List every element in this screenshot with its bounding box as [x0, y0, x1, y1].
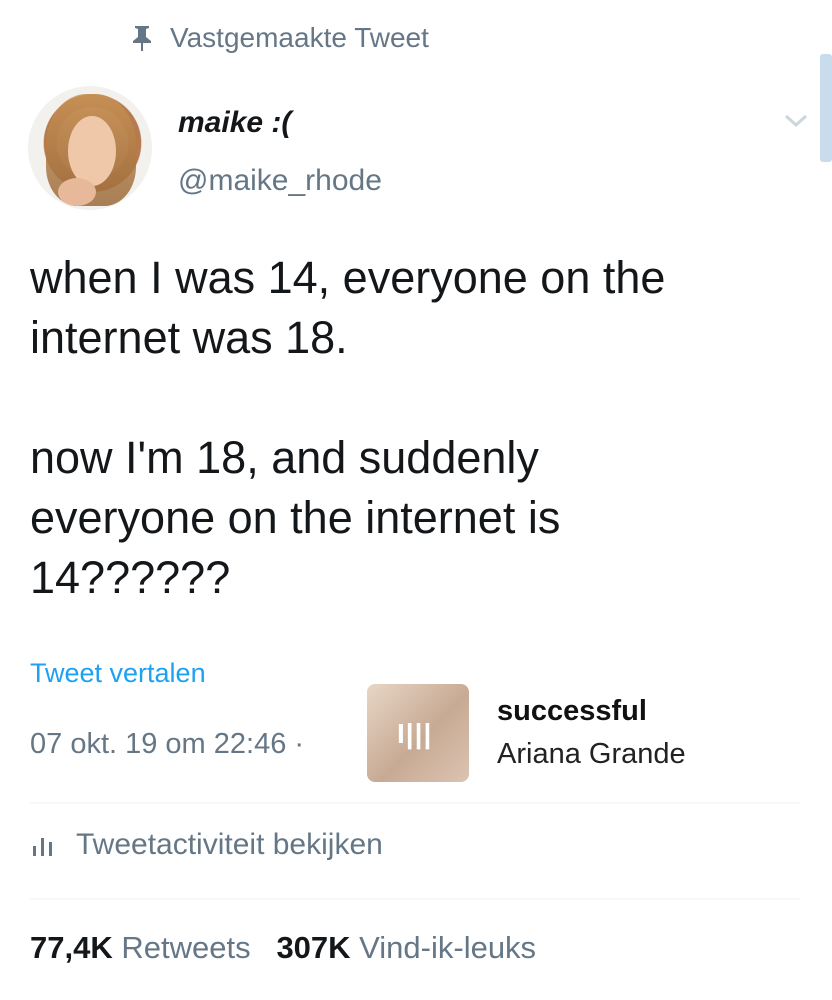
tweet-text: when I was 14, everyone on the internet …: [30, 252, 666, 603]
song-title[interactable]: successful: [497, 695, 647, 728]
avatar[interactable]: [28, 86, 152, 210]
likes-count[interactable]: 307K: [276, 930, 350, 965]
divider: [30, 898, 800, 900]
tweet-activity-link[interactable]: Tweetactiviteit bekijken: [30, 828, 383, 862]
album-art[interactable]: I|||: [367, 684, 469, 782]
song-artist[interactable]: Ariana Grande: [497, 738, 686, 771]
pinned-tweet-header: Vastgemaakte Tweet: [128, 22, 429, 54]
bar-chart-icon: [30, 832, 56, 858]
pin-icon: [128, 23, 156, 53]
pinned-label: Vastgemaakte Tweet: [170, 22, 429, 53]
tweet-stats: 77,4K Retweets 307K Vind-ik-leuks: [30, 930, 536, 966]
retweets-count[interactable]: 77,4K: [30, 930, 113, 965]
music-app-logo: I|||: [397, 718, 433, 749]
chevron-down-icon[interactable]: [782, 110, 810, 130]
scrollbar[interactable]: [820, 54, 832, 162]
retweets-label[interactable]: Retweets: [121, 930, 250, 965]
translate-tweet-link[interactable]: Tweet vertalen: [30, 658, 206, 689]
tweet-timestamp[interactable]: 07 okt. 19 om 22:46 ·: [30, 728, 304, 761]
divider: [30, 802, 800, 804]
author-name[interactable]: maike :(: [178, 106, 291, 140]
tweet-activity-label: Tweetactiviteit bekijken: [76, 828, 383, 861]
likes-label[interactable]: Vind-ik-leuks: [359, 930, 536, 965]
author-handle[interactable]: @maike_rhode: [178, 164, 382, 198]
